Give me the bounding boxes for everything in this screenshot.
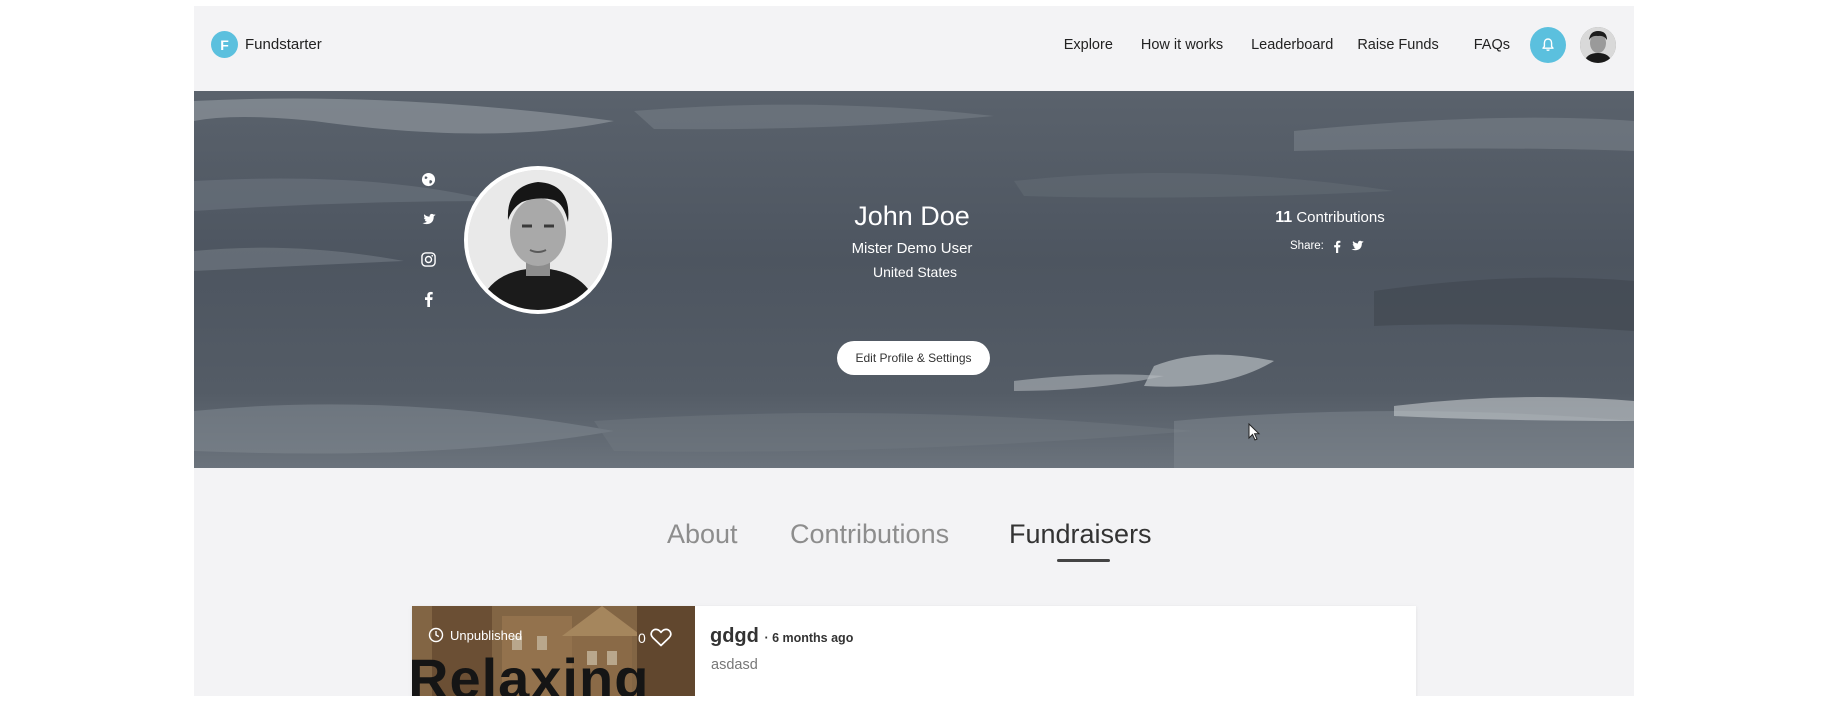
brand-name[interactable]: Fundstarter xyxy=(245,36,322,53)
fundraiser-card[interactable]: Relaxing Unpublished 0 gdgd · 6 months a… xyxy=(412,606,1416,696)
instagram-icon[interactable] xyxy=(420,249,436,269)
profile-avatar xyxy=(464,166,612,314)
globe-icon[interactable] xyxy=(420,169,436,189)
contributions-label: Contributions xyxy=(1296,209,1385,226)
thumbnail-text: Relaxing xyxy=(412,647,650,696)
fundraiser-thumbnail[interactable]: Relaxing Unpublished 0 xyxy=(412,606,695,696)
fundraiser-title-row: gdgd · 6 months ago xyxy=(710,625,853,648)
like-button[interactable]: 0 xyxy=(638,628,672,647)
fundraiser-description: asdasd xyxy=(711,657,758,673)
twitter-icon[interactable] xyxy=(420,209,436,229)
nav-how-it-works[interactable]: How it works xyxy=(1141,37,1223,53)
profile-hero-banner: John Doe Mister Demo User United States … xyxy=(194,91,1634,468)
edit-profile-button[interactable]: Edit Profile & Settings xyxy=(837,341,990,375)
tab-fundraisers[interactable]: Fundraisers xyxy=(1009,519,1152,550)
mouse-cursor-icon xyxy=(1248,423,1261,441)
nav-leaderboard[interactable]: Leaderboard xyxy=(1251,37,1333,53)
share-twitter-icon[interactable] xyxy=(1350,239,1364,253)
brand[interactable]: F Fundstarter xyxy=(211,31,322,58)
user-avatar[interactable] xyxy=(1580,27,1616,63)
profile-location: United States xyxy=(872,264,958,280)
tab-contributions[interactable]: Contributions xyxy=(790,519,949,550)
status-label: Unpublished xyxy=(450,627,523,643)
profile-title: Mister Demo User xyxy=(851,240,973,257)
share-row: Share: xyxy=(1290,239,1364,253)
nav-explore[interactable]: Explore xyxy=(1064,37,1113,53)
profile-tabs: About Contributions Fundraisers xyxy=(194,519,1634,559)
clock-icon xyxy=(428,627,444,643)
contributions-count: 11 xyxy=(1275,209,1293,226)
fundraiser-time: · 6 months ago xyxy=(764,631,854,645)
heart-icon xyxy=(650,628,672,647)
nav-raise-funds[interactable]: Raise Funds xyxy=(1357,37,1438,53)
profile-name: John Doe xyxy=(854,201,970,231)
contributions-summary: 11 Contributions xyxy=(1265,209,1395,227)
nav-faqs[interactable]: FAQs xyxy=(1474,37,1510,53)
facebook-icon[interactable] xyxy=(420,289,436,309)
tab-about[interactable]: About xyxy=(667,519,738,550)
avatar-portrait xyxy=(1580,27,1616,63)
share-label: Share: xyxy=(1290,240,1324,252)
bell-icon xyxy=(1542,38,1554,52)
main-nav: Explore How it works Leaderboard Raise F… xyxy=(1064,37,1510,53)
active-tab-indicator xyxy=(1057,559,1110,562)
notifications-button[interactable] xyxy=(1530,27,1566,63)
fundraiser-title[interactable]: gdgd xyxy=(710,625,759,647)
status-badge: Unpublished xyxy=(428,627,522,643)
brand-logo[interactable]: F xyxy=(211,31,238,58)
social-links xyxy=(420,169,436,309)
share-facebook-icon[interactable] xyxy=(1330,239,1344,253)
top-navbar: F Fundstarter Explore How it works Leade… xyxy=(194,6,1634,91)
like-count: 0 xyxy=(638,629,646,646)
profile-photo xyxy=(468,170,608,310)
app-window: F Fundstarter Explore How it works Leade… xyxy=(194,6,1634,696)
